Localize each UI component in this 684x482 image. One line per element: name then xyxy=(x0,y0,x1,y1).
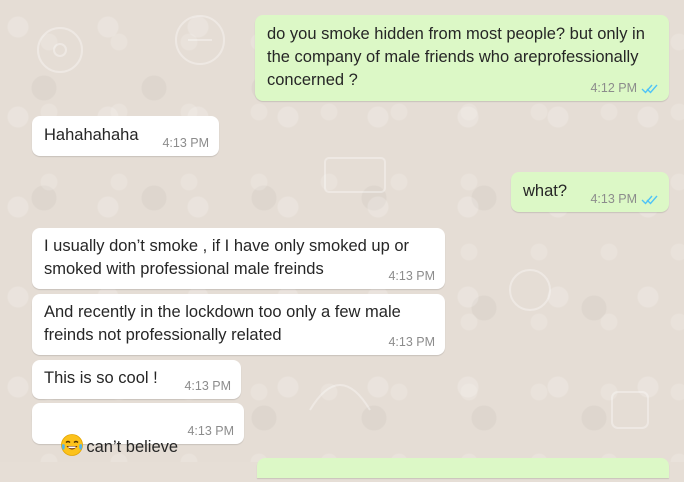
message-text: And recently in the lockdown too only a … xyxy=(44,303,406,344)
message-meta: 4:13 PM xyxy=(162,136,209,150)
outgoing-message[interactable]: what? 4:13 PM xyxy=(511,172,669,212)
doodle-icon xyxy=(611,391,649,429)
doodle-icon xyxy=(509,269,551,311)
doodle-icon xyxy=(324,157,386,193)
message-time: 4:13 PM xyxy=(187,424,234,438)
message-time: 4:13 PM xyxy=(388,335,435,349)
face-with-tears-of-joy-icon xyxy=(61,434,84,456)
message-text-line: can’t believe xyxy=(42,410,234,482)
message-meta: 4:12 PM xyxy=(590,81,659,95)
outgoing-message[interactable]: do you smoke hidden from most people? bu… xyxy=(255,15,669,101)
message-time: 4:13 PM xyxy=(388,269,435,283)
message-time: 4:13 PM xyxy=(184,379,231,393)
double-check-read-icon xyxy=(641,84,658,94)
message-meta: 4:13 PM xyxy=(187,424,234,438)
incoming-message[interactable]: This is so cool ! 4:13 PM xyxy=(32,360,241,399)
incoming-message[interactable]: I usually don’t smoke , if I have only s… xyxy=(32,228,445,289)
message-meta: 4:13 PM xyxy=(184,379,231,393)
message-meta: 4:13 PM xyxy=(590,192,659,206)
incoming-message[interactable]: can’t believe 4:13 PM xyxy=(32,403,244,456)
message-meta: 4:13 PM xyxy=(388,335,435,349)
double-check-read-icon xyxy=(641,195,658,205)
doodle-icon xyxy=(37,27,83,73)
message-meta: 4:13 PM xyxy=(388,269,435,283)
message-time: 4:13 PM xyxy=(590,192,637,206)
incoming-message[interactable]: Hahahahaha 4:13 PM xyxy=(32,116,219,156)
doodle-icon xyxy=(309,384,371,411)
incoming-message[interactable]: And recently in the lockdown too only a … xyxy=(32,294,445,355)
outgoing-message-partial[interactable] xyxy=(257,458,669,478)
doodle-icon xyxy=(175,15,225,65)
message-text: I usually don’t smoke , if I have only s… xyxy=(44,237,414,278)
message-time: 4:13 PM xyxy=(162,136,209,150)
message-text: can’t believe xyxy=(86,438,179,456)
message-time: 4:12 PM xyxy=(590,81,637,95)
